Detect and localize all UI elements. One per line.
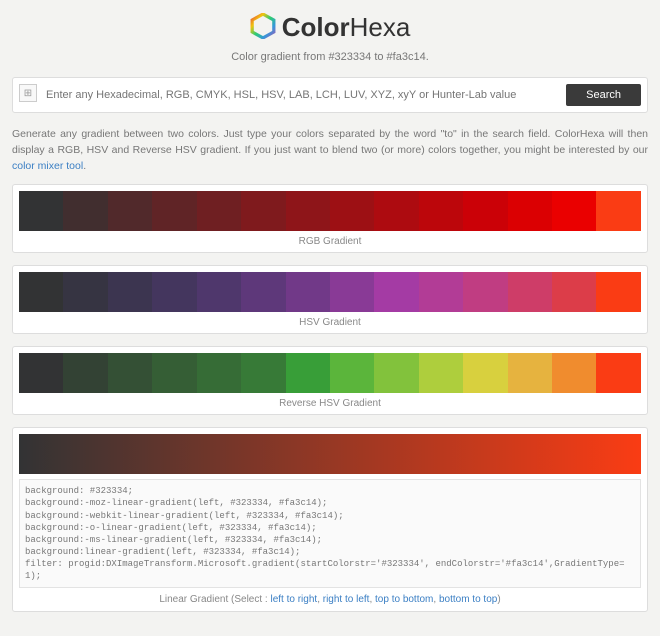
swatch[interactable] (108, 272, 152, 312)
hsv-swatches (19, 272, 641, 312)
swatch[interactable] (286, 191, 330, 231)
search-bar: ⊞ Search (12, 77, 648, 113)
swatch[interactable] (508, 353, 552, 393)
search-input[interactable] (43, 84, 560, 106)
hsv-label: HSV Gradient (19, 312, 641, 329)
swatch[interactable] (552, 272, 596, 312)
linear-gradient-panel: background: #323334; background:-moz-lin… (12, 427, 648, 612)
swatch[interactable] (552, 353, 596, 393)
swatch[interactable] (152, 191, 196, 231)
swatch[interactable] (241, 191, 285, 231)
swatch[interactable] (108, 191, 152, 231)
swatch[interactable] (63, 353, 107, 393)
swatch[interactable] (508, 272, 552, 312)
swatch[interactable] (374, 353, 418, 393)
hsv-gradient-panel: HSV Gradient (12, 265, 648, 334)
swatch[interactable] (419, 191, 463, 231)
direction-link[interactable]: top to bottom (375, 594, 433, 605)
swatch[interactable] (419, 353, 463, 393)
rhsv-label: Reverse HSV Gradient (19, 393, 641, 410)
swatch[interactable] (19, 272, 63, 312)
css-code-box[interactable]: background: #323334; background:-moz-lin… (19, 479, 641, 588)
swatch[interactable] (197, 191, 241, 231)
logo-text: ColorHexa (282, 12, 411, 43)
swatch[interactable] (596, 353, 640, 393)
swatch[interactable] (330, 191, 374, 231)
swatch[interactable] (241, 353, 285, 393)
swatch[interactable] (286, 272, 330, 312)
swatch[interactable] (374, 191, 418, 231)
linear-gradient-preview (19, 434, 641, 474)
rhsv-swatches (19, 353, 641, 393)
swatch[interactable] (19, 353, 63, 393)
direction-link[interactable]: right to left (323, 594, 370, 605)
rgb-label: RGB Gradient (19, 231, 641, 248)
swatch[interactable] (463, 191, 507, 231)
swatch[interactable] (508, 191, 552, 231)
direction-link[interactable]: left to right (270, 594, 317, 605)
swatch[interactable] (330, 353, 374, 393)
swatch[interactable] (552, 191, 596, 231)
swatch[interactable] (374, 272, 418, 312)
swatch[interactable] (19, 191, 63, 231)
swatch[interactable] (419, 272, 463, 312)
swatch[interactable] (463, 353, 507, 393)
swatch[interactable] (596, 272, 640, 312)
swatch[interactable] (241, 272, 285, 312)
swatch[interactable] (108, 353, 152, 393)
swatch[interactable] (152, 272, 196, 312)
reverse-hsv-gradient-panel: Reverse HSV Gradient (12, 346, 648, 415)
search-icon: ⊞ (19, 84, 37, 102)
swatch[interactable] (286, 353, 330, 393)
swatch[interactable] (197, 353, 241, 393)
swatch[interactable] (596, 191, 640, 231)
swatch[interactable] (152, 353, 196, 393)
direction-select-row: Linear Gradient (Select : left to right,… (19, 588, 641, 607)
swatch[interactable] (63, 272, 107, 312)
swatch[interactable] (330, 272, 374, 312)
logo-icon (250, 13, 276, 42)
swatch[interactable] (463, 272, 507, 312)
swatch[interactable] (63, 191, 107, 231)
search-button[interactable]: Search (566, 84, 641, 106)
color-mixer-link[interactable]: color mixer tool (12, 160, 83, 172)
header: ColorHexa Color gradient from #323334 to… (0, 12, 660, 63)
swatch[interactable] (197, 272, 241, 312)
rgb-gradient-panel: RGB Gradient (12, 184, 648, 253)
page-subtitle: Color gradient from #323334 to #fa3c14. (0, 51, 660, 63)
rgb-swatches (19, 191, 641, 231)
direction-link[interactable]: bottom to top (439, 594, 497, 605)
intro-text: Generate any gradient between two colors… (12, 127, 648, 174)
